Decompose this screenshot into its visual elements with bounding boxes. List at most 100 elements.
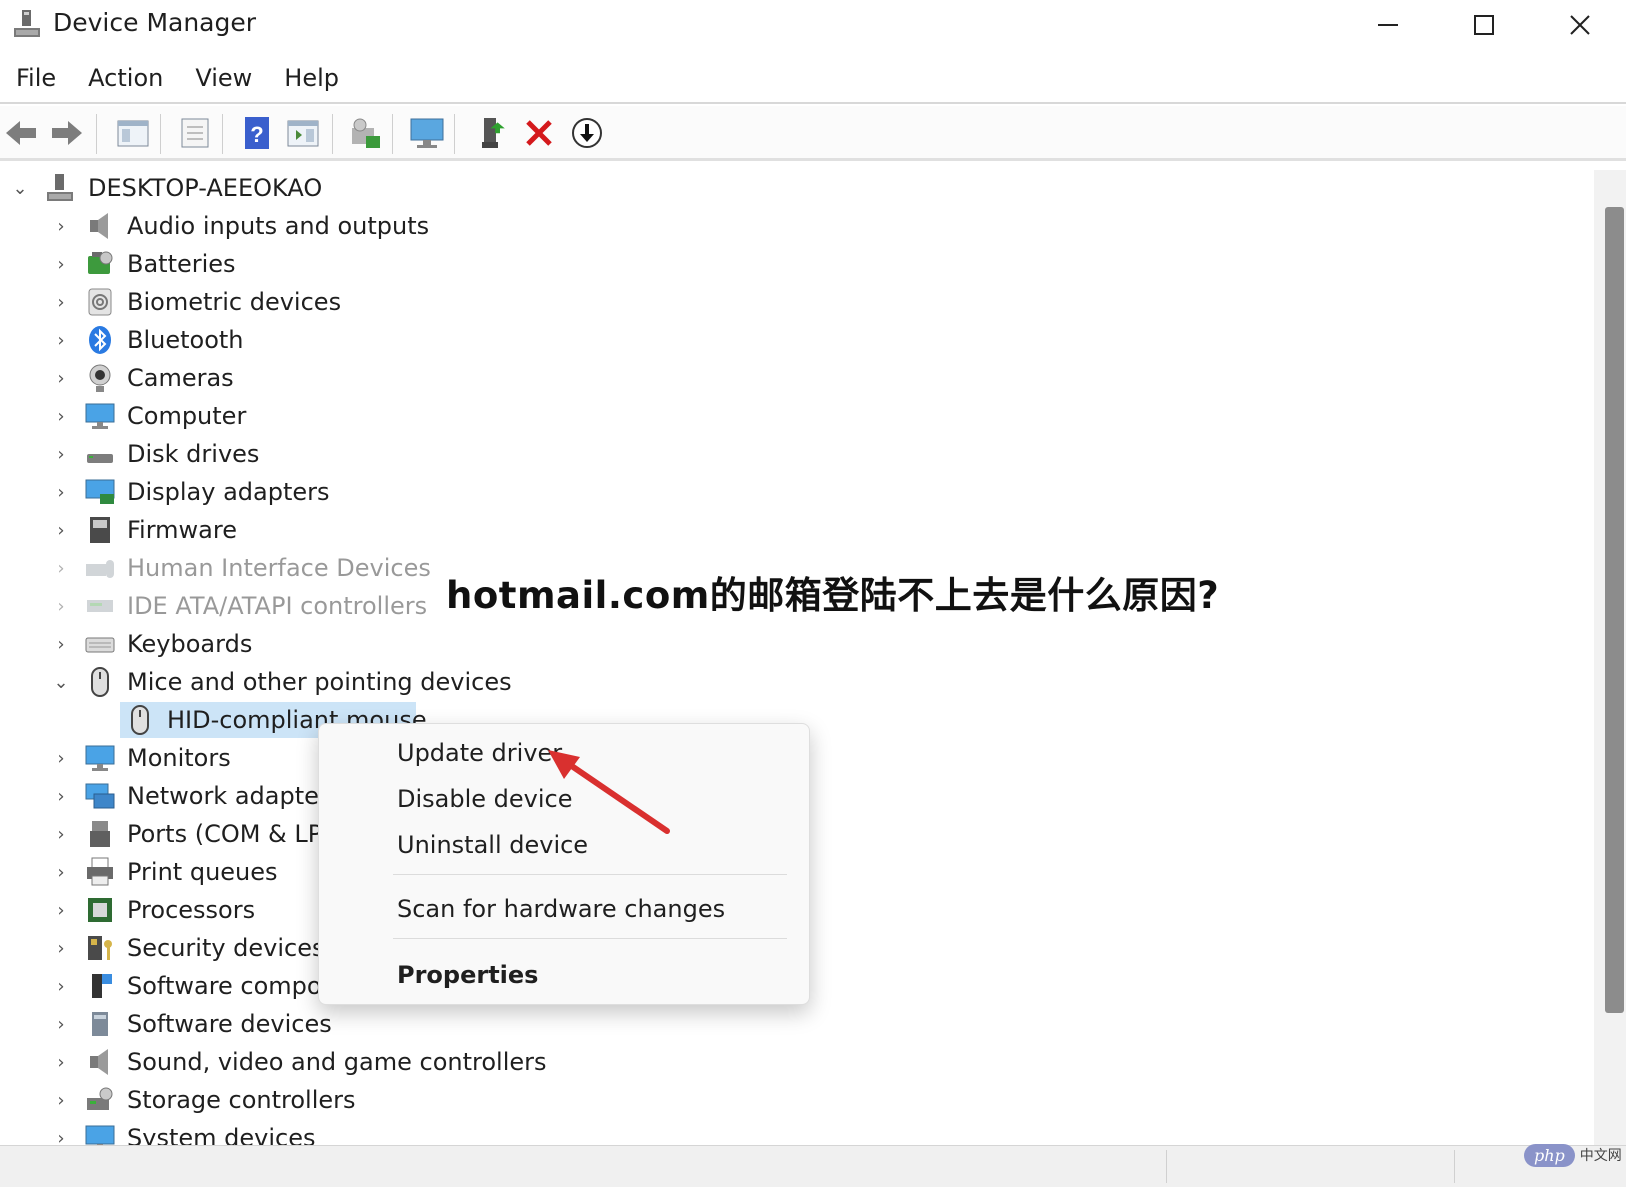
computer-root-icon <box>47 174 73 201</box>
tree-item-label: Firmware <box>127 516 237 544</box>
uninstall-button[interactable] <box>520 114 558 152</box>
properties-icon <box>181 118 209 148</box>
menu-scan-hardware[interactable]: Scan for hardware changes <box>397 892 725 926</box>
tree-item-label: Mice and other pointing devices <box>127 668 512 696</box>
chevron-right-icon[interactable]: › <box>51 588 71 624</box>
tree-item-label: Human Interface Devices <box>127 554 431 582</box>
tree-item-label: Sound, video and game controllers <box>127 1048 547 1076</box>
watermark-logo: php <box>1524 1143 1575 1167</box>
menu-separator <box>393 938 787 939</box>
tree-item-label: Print queues <box>127 858 278 886</box>
svg-text:?: ? <box>250 122 263 147</box>
chevron-right-icon[interactable]: › <box>51 512 71 548</box>
menu-help[interactable]: Help <box>268 64 355 92</box>
software-device-icon <box>92 1012 108 1036</box>
chevron-right-icon[interactable]: › <box>51 1044 71 1080</box>
status-bar <box>0 1145 1626 1187</box>
tree-root[interactable]: ⌄ DESKTOP-AEEOKAO <box>0 170 600 206</box>
chevron-right-icon[interactable]: › <box>51 778 71 814</box>
scan-hardware-button[interactable] <box>346 114 384 152</box>
tree-category-item[interactable]: › Batteries <box>0 246 700 282</box>
chevron-down-icon[interactable]: ⌄ <box>51 664 71 700</box>
minimize-icon <box>1378 24 1398 26</box>
bluetooth-icon <box>89 326 111 354</box>
chevron-right-icon[interactable]: › <box>51 854 71 890</box>
chevron-right-icon[interactable]: › <box>51 892 71 928</box>
toolbar-divider <box>160 114 161 154</box>
disable-device-button[interactable] <box>568 114 606 152</box>
network-icon <box>85 783 115 809</box>
tree-category-item[interactable]: › Storage controllers <box>0 1082 700 1118</box>
display-adapter-icon <box>85 479 115 504</box>
chevron-right-icon[interactable]: › <box>51 1006 71 1042</box>
maximize-button[interactable] <box>1436 0 1532 50</box>
mouse-icon <box>91 667 109 697</box>
chevron-right-icon[interactable]: › <box>51 398 71 434</box>
monitor-button[interactable] <box>408 114 446 152</box>
chevron-right-icon[interactable]: › <box>51 436 71 472</box>
tree-category-item[interactable]: › Keyboards <box>0 626 700 662</box>
tree-item-label: Storage controllers <box>127 1086 356 1114</box>
chevron-right-icon[interactable]: › <box>51 968 71 1004</box>
chevron-right-icon[interactable]: › <box>51 930 71 966</box>
chevron-right-icon[interactable]: › <box>51 816 71 852</box>
chevron-right-icon[interactable]: › <box>51 322 71 358</box>
menu-properties[interactable]: Properties <box>397 958 538 992</box>
scrollbar-thumb[interactable] <box>1605 207 1624 1013</box>
menu-view[interactable]: View <box>179 64 268 92</box>
php-watermark: php 中文网 <box>1524 1141 1622 1169</box>
tree-category-item[interactable]: › Software devices <box>0 1006 700 1042</box>
action-pane-button[interactable] <box>284 114 322 152</box>
status-divider <box>1166 1150 1167 1183</box>
device-manager-icon <box>14 10 40 37</box>
properties-button[interactable] <box>176 114 214 152</box>
menu-action[interactable]: Action <box>72 64 179 92</box>
window-title: Device Manager <box>53 8 257 37</box>
mouse-icon <box>131 705 149 735</box>
chevron-right-icon[interactable]: › <box>51 626 71 662</box>
tree-item-label: Cameras <box>127 364 234 392</box>
back-button[interactable] <box>2 114 40 152</box>
chevron-down-icon[interactable]: ⌄ <box>10 170 30 206</box>
download-circle-icon <box>572 118 602 148</box>
tree-item-label: IDE ATA/ATAPI controllers <box>127 592 428 620</box>
tree-category-item[interactable]: › Display adapters <box>0 474 700 510</box>
tree-category-item[interactable]: › Computer <box>0 398 700 434</box>
menu-divider <box>0 102 1626 104</box>
chevron-right-icon[interactable]: › <box>51 740 71 776</box>
tree-category-item[interactable]: › Biometric devices <box>0 284 700 320</box>
tree-item-label: Audio inputs and outputs <box>127 212 430 240</box>
update-driver-button[interactable] <box>476 114 514 152</box>
tree-category-item[interactable]: › Disk drives <box>0 436 700 472</box>
menu-file[interactable]: File <box>0 64 72 92</box>
overlay-caption: hotmail.com的邮箱登陆不上去是什么原因? <box>446 574 1220 617</box>
help-button[interactable]: ? <box>238 114 276 152</box>
chevron-right-icon[interactable]: › <box>51 1120 71 1146</box>
chevron-right-icon[interactable]: › <box>51 208 71 244</box>
tree-category-item[interactable]: › Cameras <box>0 360 700 396</box>
tree-category-item[interactable]: › System devices <box>0 1120 700 1145</box>
tree-item-label: Display adapters <box>127 478 330 506</box>
minimize-button[interactable] <box>1340 0 1436 50</box>
tree-category-item[interactable]: › Firmware <box>0 512 700 548</box>
menu-update-driver[interactable]: Update driver <box>397 736 562 770</box>
firmware-icon <box>90 517 110 543</box>
chevron-right-icon[interactable]: › <box>51 1082 71 1118</box>
tree-category-item[interactable]: › Bluetooth <box>0 322 700 358</box>
tree-category-item[interactable]: ⌄ Mice and other pointing devices <box>0 664 700 700</box>
close-button[interactable] <box>1532 0 1626 50</box>
speaker-icon <box>90 1049 108 1075</box>
chevron-right-icon[interactable]: › <box>51 360 71 396</box>
tree-item-label: System devices <box>127 1124 316 1145</box>
forward-button[interactable] <box>48 114 86 152</box>
show-hide-tree-button[interactable] <box>114 114 152 152</box>
tree-item-label: Disk drives <box>127 440 260 468</box>
chevron-right-icon[interactable]: › <box>51 550 71 586</box>
tree-category-item[interactable]: › Sound, video and game controllers <box>0 1044 700 1080</box>
chevron-right-icon[interactable]: › <box>51 246 71 282</box>
chevron-right-icon[interactable]: › <box>51 284 71 320</box>
printer-icon <box>87 857 113 886</box>
tree-item-label: Ports (COM & LPT) <box>127 820 347 848</box>
chevron-right-icon[interactable]: › <box>51 474 71 510</box>
tree-category-item[interactable]: › Audio inputs and outputs <box>0 208 700 244</box>
